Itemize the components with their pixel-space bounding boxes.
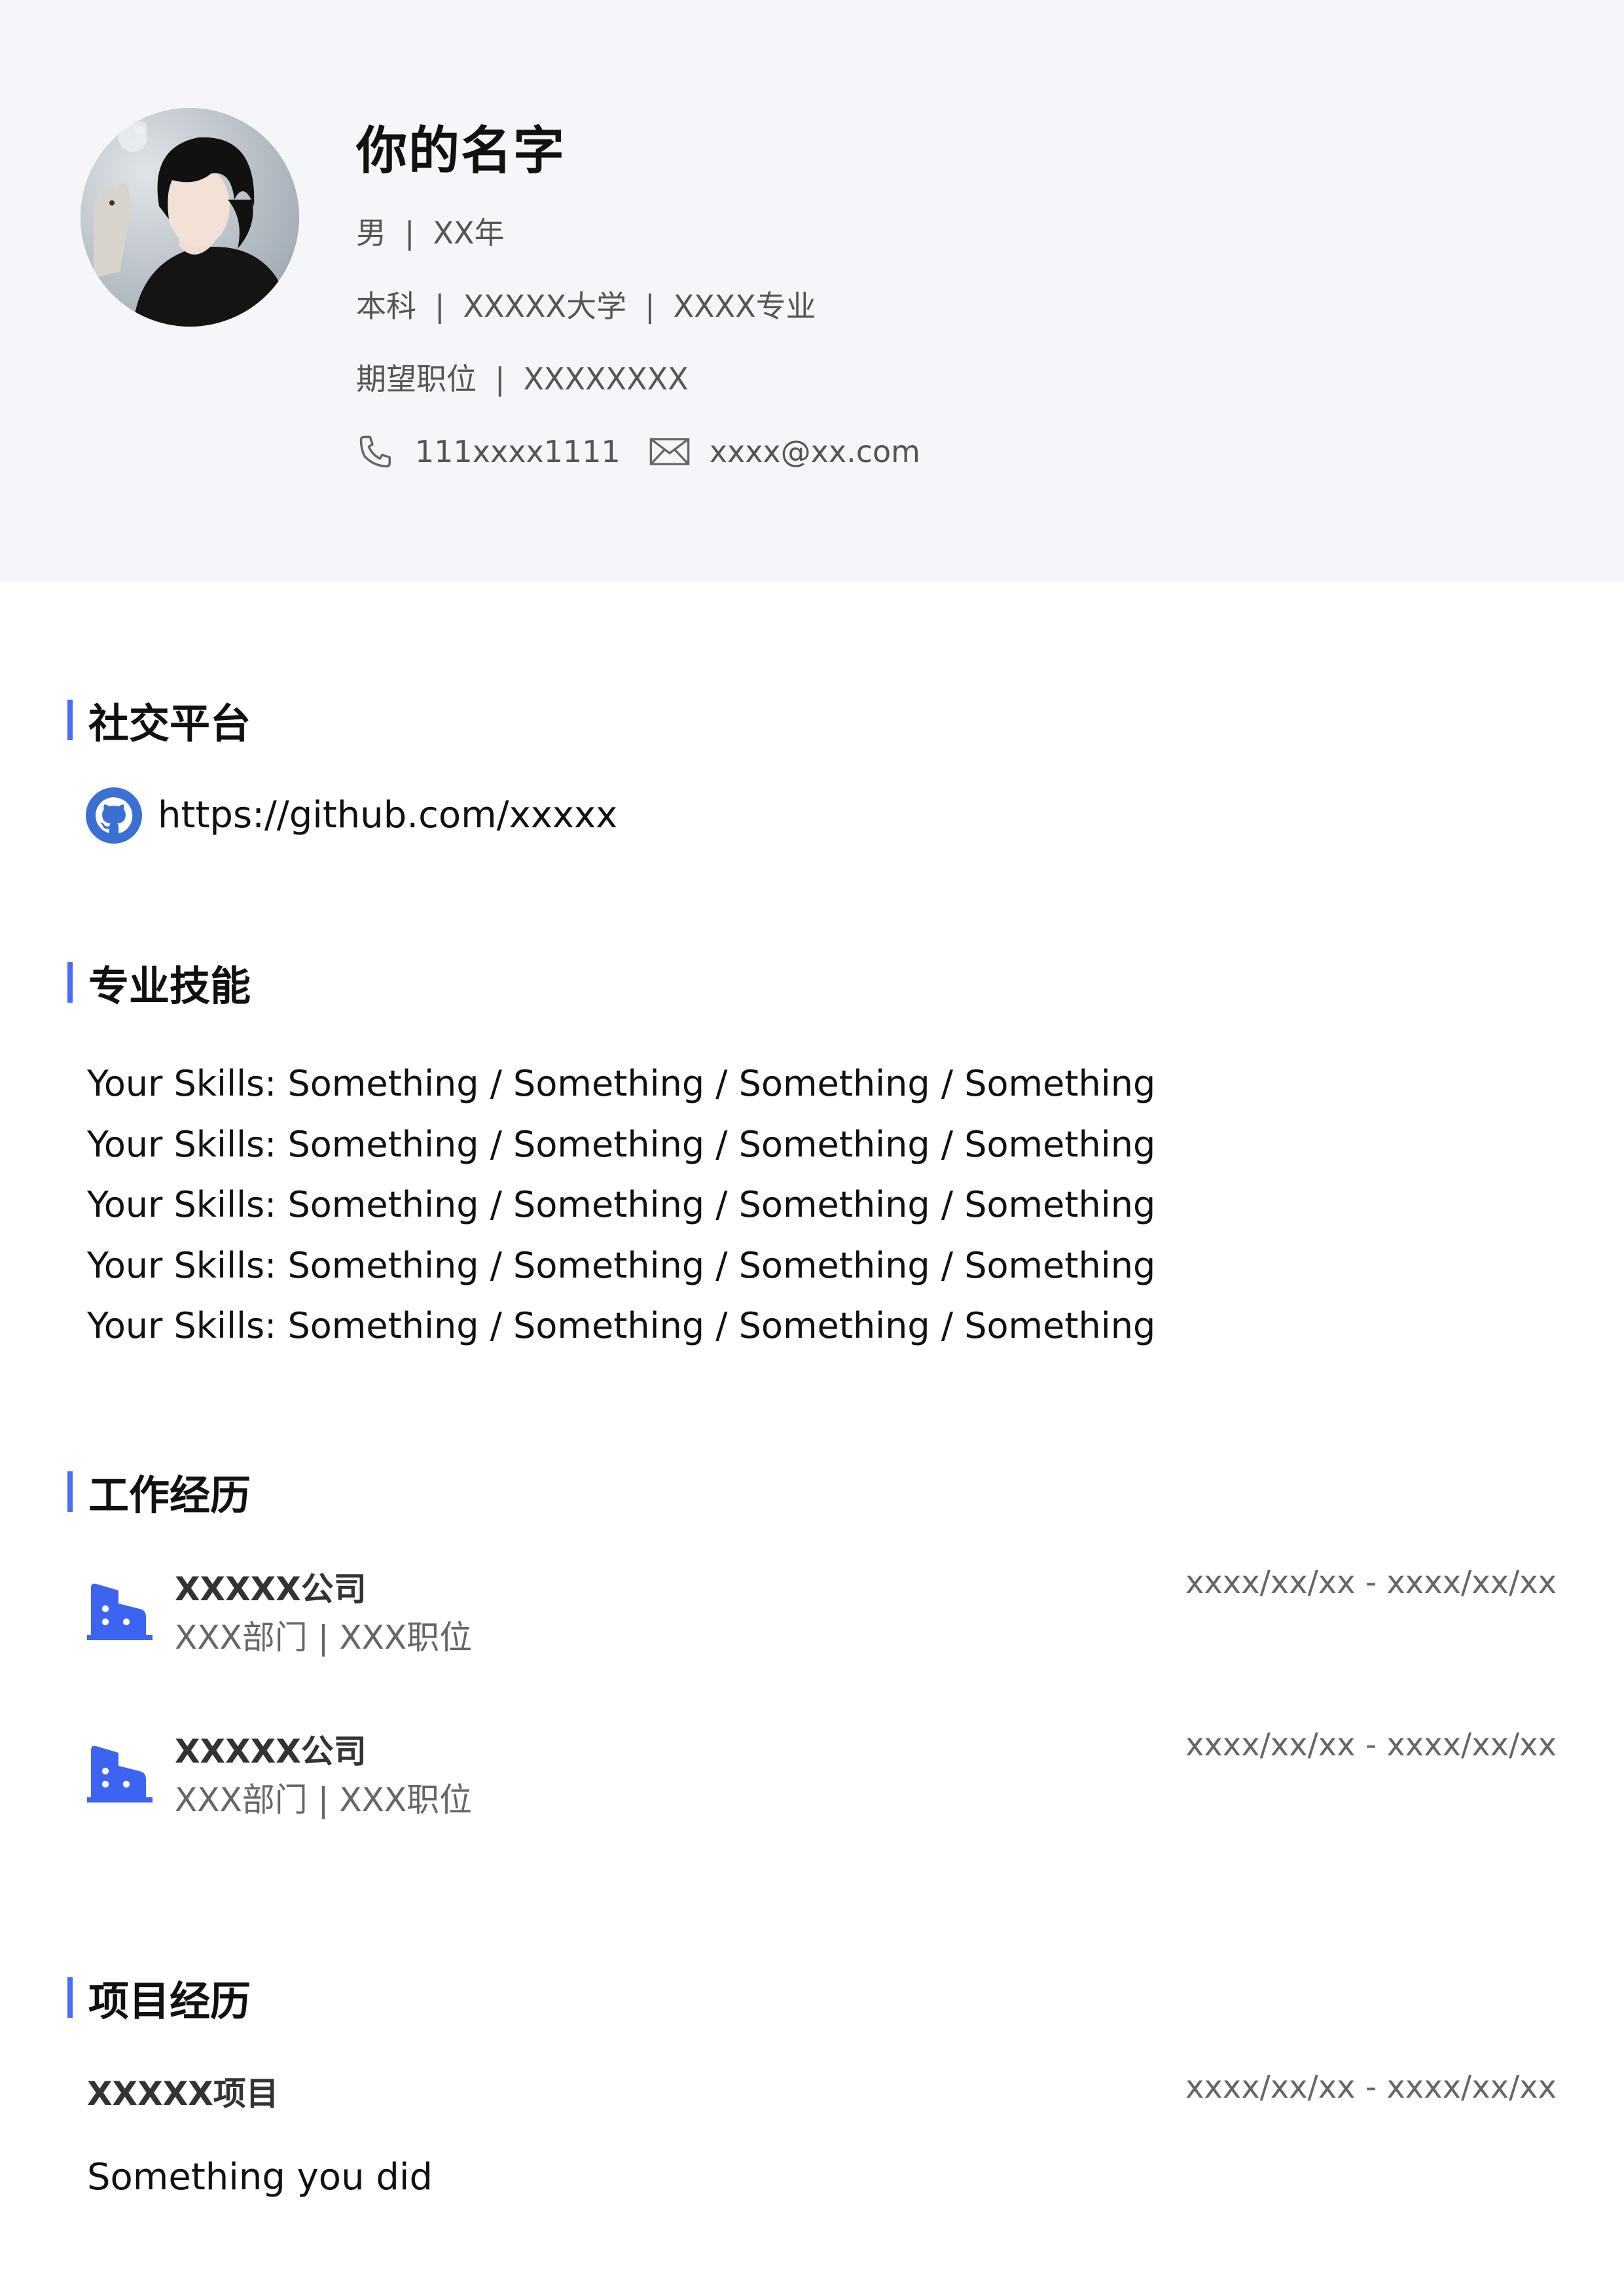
skill-line: Your Skills: Something / Something / Som… — [87, 1184, 1156, 1225]
department-role: XXX部门 | XXX职位 — [175, 1619, 473, 1657]
separator: | — [495, 361, 505, 397]
building-icon — [87, 1580, 153, 1643]
separator: | — [405, 215, 415, 251]
age: XX年 — [433, 215, 505, 251]
project-description: Something you did — [87, 2156, 433, 2198]
avatar-illustration — [81, 108, 299, 327]
section-title-projects: 项目经历 — [67, 1977, 251, 2025]
section-title-text: 项目经历 — [88, 1977, 251, 2025]
accent-bar — [67, 962, 73, 1003]
accent-bar — [67, 1977, 73, 2018]
expected-position-line: 期望职位 | XXXXXXXX — [356, 355, 689, 399]
position-value: XXXXXXXX — [523, 361, 689, 397]
date-range: xxxx/xx/xx - xxxx/xx/xx — [1185, 1727, 1557, 1763]
section-title-text: 社交平台 — [88, 700, 251, 747]
section-title-work: 工作经历 — [67, 1471, 251, 1519]
separator: | — [435, 289, 445, 324]
work-item: XXXXX公司 XXX部门 | XXX职位 xxxx/xx/xx - xxxx/… — [87, 1725, 1557, 1837]
department-role: XXX部门 | XXX职位 — [175, 1781, 473, 1819]
building-icon — [87, 1742, 153, 1805]
section-title-skills: 专业技能 — [67, 962, 251, 1010]
gender: 男 — [356, 215, 386, 251]
skill-line: Your Skills: Something / Something / Som… — [87, 1305, 1156, 1346]
work-item: XXXXX公司 XXX部门 | XXX职位 xxxx/xx/xx - xxxx/… — [87, 1563, 1557, 1674]
separator: | — [645, 289, 655, 324]
company-name: XXXXX公司 — [175, 1732, 367, 1770]
company-name: XXXXX公司 — [175, 1570, 367, 1608]
phone-number[interactable]: 111xxxx1111 — [415, 434, 621, 469]
education-line: 本科 | XXXXX大学 | XXXX专业 — [356, 283, 816, 326]
accent-bar — [67, 700, 73, 740]
major: XXXX专业 — [673, 289, 816, 324]
basic-info-line: 男 | XX年 — [356, 209, 505, 253]
section-title-text: 专业技能 — [88, 962, 251, 1010]
date-range: xxxx/xx/xx - xxxx/xx/xx — [1185, 1564, 1557, 1601]
candidate-name: 你的名字 — [356, 122, 566, 181]
skill-line: Your Skills: Something / Something / Som… — [87, 1063, 1156, 1104]
skill-line: Your Skills: Something / Something / Som… — [87, 1244, 1156, 1286]
contact-line: 111xxxx1111 xxxx@xx.com — [356, 429, 920, 475]
avatar — [81, 108, 299, 327]
resume-header: 你的名字 男 | XX年 本科 | XXXXX大学 | XXXX专业 期望职位 | XXXXXX… — [0, 0, 1624, 581]
skills-list: Your Skills: Something / Something / Som… — [87, 1054, 1155, 1357]
accent-bar — [67, 1471, 73, 1512]
phone-icon — [356, 432, 395, 471]
project-name: XXXXX项目 — [87, 2075, 279, 2113]
section-title-text: 工作经历 — [88, 1471, 251, 1519]
date-range: xxxx/xx/xx - xxxx/xx/xx — [1185, 2069, 1557, 2106]
email-address[interactable]: xxxx@xx.com — [710, 434, 920, 469]
github-icon — [86, 787, 142, 846]
github-link[interactable]: https://github.com/xxxxx — [158, 794, 617, 836]
position-label: 期望职位 — [356, 361, 477, 397]
degree: 本科 — [356, 289, 416, 324]
section-title-social: 社交平台 — [67, 700, 251, 747]
university: XXXXX大学 — [463, 289, 627, 324]
skill-line: Your Skills: Something / Something / Som… — [87, 1123, 1156, 1165]
mail-icon — [649, 435, 690, 468]
